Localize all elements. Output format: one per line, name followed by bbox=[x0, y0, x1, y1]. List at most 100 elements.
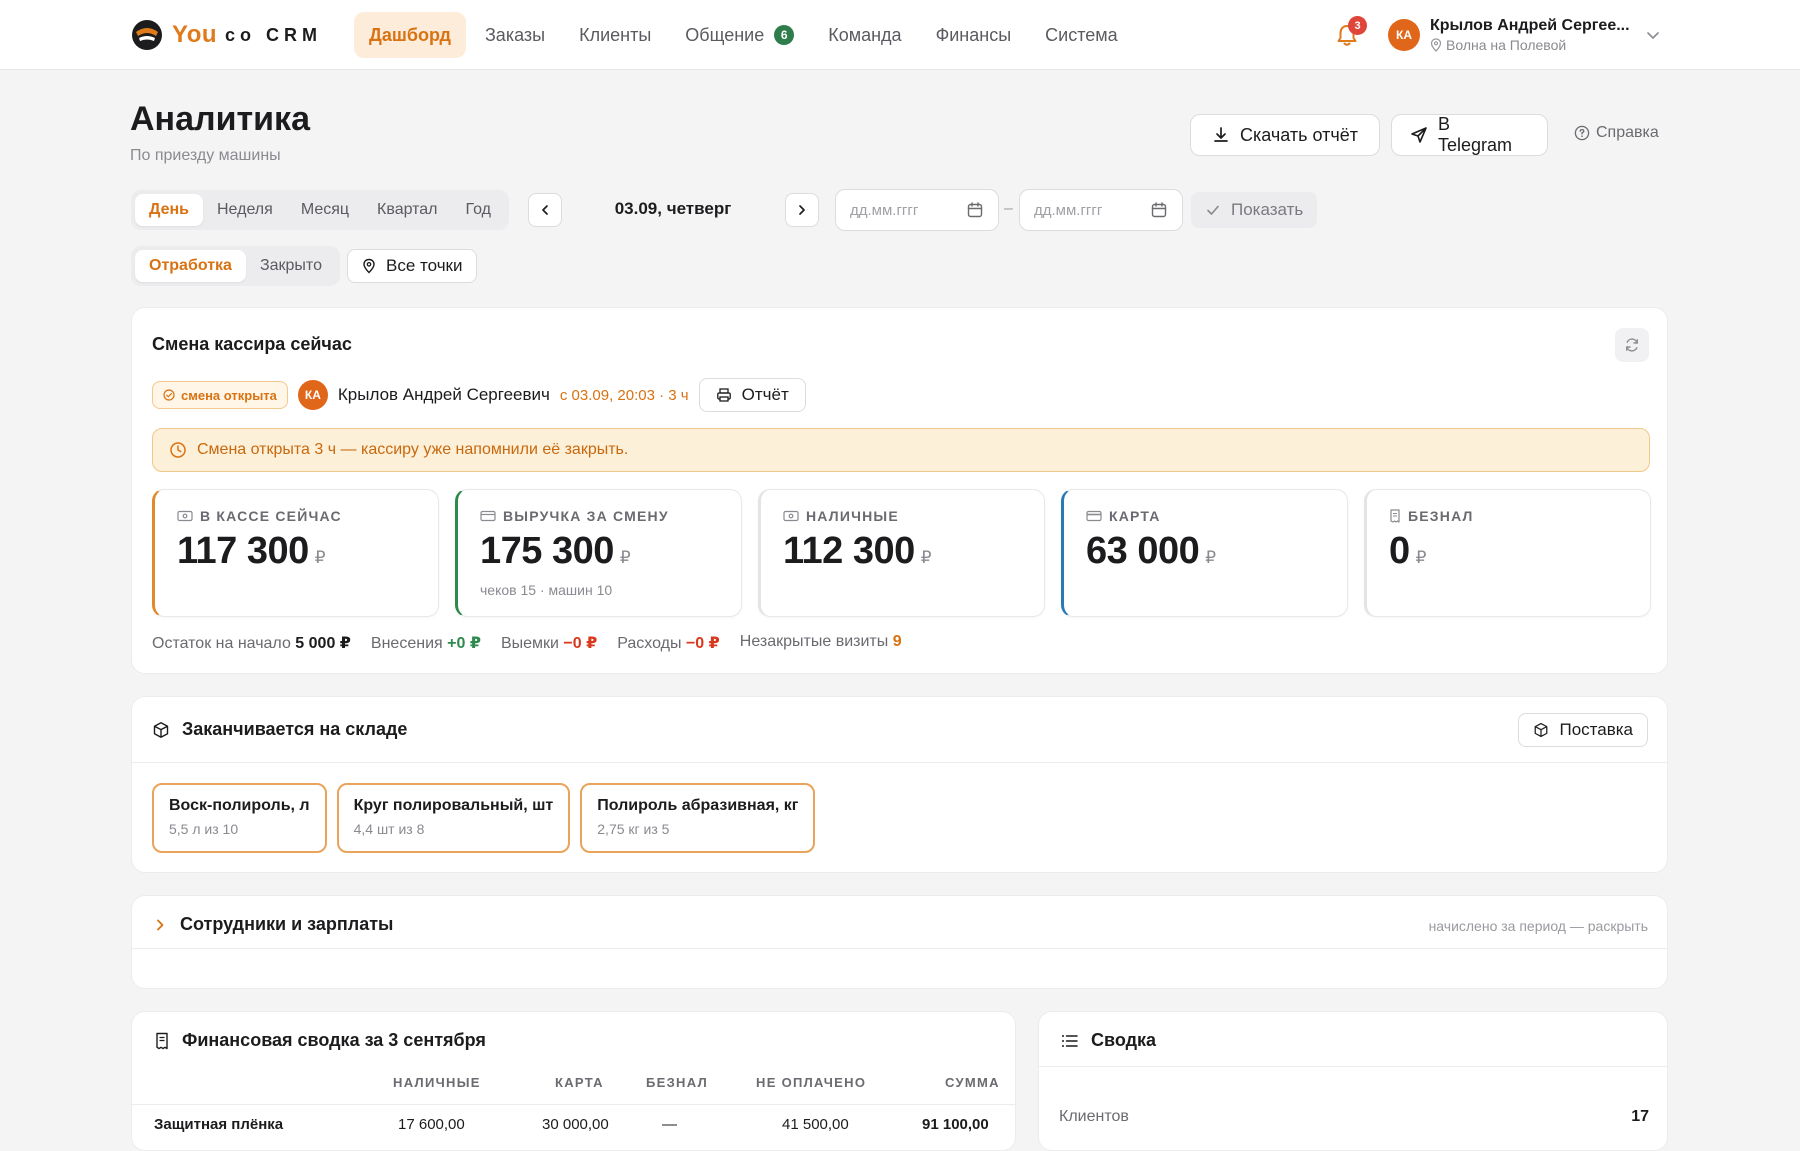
expenses-label: Расходы bbox=[617, 635, 682, 652]
shift-info-row: смена открыта КА Крылов Андрей Сергеевич… bbox=[152, 378, 806, 412]
download-report-label: Скачать отчёт bbox=[1240, 124, 1358, 145]
metric-noncash: БЕЗНАЛ 0 ₽ bbox=[1364, 489, 1651, 617]
metric-label: НАЛИЧНЫЕ bbox=[783, 508, 899, 524]
notifications-button[interactable]: 3 bbox=[1332, 16, 1367, 50]
user-location-text: Волна на Полевой bbox=[1446, 37, 1567, 53]
user-location: Волна на Полевой bbox=[1430, 37, 1630, 53]
metric-value: 175 300 bbox=[480, 530, 614, 572]
page-subtitle: По приезду машины bbox=[130, 147, 281, 164]
clock-icon bbox=[170, 442, 186, 458]
download-report-button[interactable]: Скачать отчёт bbox=[1190, 114, 1380, 156]
divider bbox=[132, 762, 1667, 763]
nav-item-label: Команда bbox=[828, 24, 902, 45]
metric-note: чеков 15 · машин 10 bbox=[480, 582, 613, 598]
credit-card-icon bbox=[1086, 510, 1102, 522]
stock-item[interactable]: Круг полировальный, шт 4,4 шт из 8 bbox=[336, 783, 571, 853]
table-row[interactable]: Защитная плёнка 17 600,00 30 000,00 — 41… bbox=[132, 1102, 1015, 1142]
send-telegram-button[interactable]: В Telegram bbox=[1391, 114, 1548, 156]
status-selector: Отработка Закрыто bbox=[131, 246, 340, 286]
box-icon bbox=[1535, 722, 1548, 738]
metric-label: ВЫРУЧКА ЗА СМЕНУ bbox=[480, 508, 669, 524]
metric-label-text: БЕЗНАЛ bbox=[1408, 508, 1474, 524]
shift-status-text: смена открыта bbox=[181, 387, 277, 403]
column-header-total: СУММА bbox=[945, 1075, 1000, 1090]
next-date-button[interactable] bbox=[785, 193, 819, 227]
summary-row-value: 17 bbox=[1631, 1108, 1649, 1125]
period-tab-month[interactable]: Месяц bbox=[287, 194, 363, 226]
staff-salaries-hint[interactable]: начислено за период — раскрыть bbox=[1429, 918, 1648, 934]
date-from-input[interactable]: дд.мм.гггг bbox=[835, 189, 999, 231]
nav-item-team[interactable]: Команда bbox=[813, 12, 916, 58]
currency-sign: ₽ bbox=[314, 548, 326, 567]
show-range-button[interactable]: Показать bbox=[1191, 192, 1318, 228]
metric-shift-revenue: ВЫРУЧКА ЗА СМЕНУ 175 300 ₽ чеков 15 · маш… bbox=[455, 489, 742, 617]
nav-item-communication[interactable]: Общение 6 bbox=[670, 12, 809, 58]
low-stock-title: Заканчивается на складе bbox=[182, 719, 408, 739]
check-circle-icon bbox=[163, 389, 175, 401]
send-icon bbox=[1411, 127, 1427, 143]
nav-item-clients[interactable]: Клиенты bbox=[564, 12, 666, 58]
period-tab-year[interactable]: Год bbox=[452, 194, 505, 226]
refresh-icon bbox=[1626, 338, 1638, 352]
opening-balance-label: Остаток на начало bbox=[152, 635, 291, 652]
check-icon bbox=[1207, 205, 1219, 215]
user-menu[interactable]: КА Крылов Андрей Сергее... Волна на Поле… bbox=[1388, 17, 1660, 53]
date-to-placeholder: дд.мм.гггг bbox=[1034, 201, 1103, 219]
metric-value: 112 300 bbox=[783, 530, 915, 572]
cash-movement-summary: Остаток на начало 5 000 ₽ Внесения +0 ₽ … bbox=[152, 633, 922, 653]
staff-salaries-toggle[interactable]: Сотрудники и зарплаты bbox=[154, 914, 393, 935]
period-tab-quarter[interactable]: Квартал bbox=[363, 194, 451, 226]
refresh-button[interactable] bbox=[1615, 328, 1649, 362]
staff-salaries-card: Сотрудники и зарплаты начислено за перио… bbox=[131, 895, 1668, 989]
metric-cash-in-register: В КАССЕ СЕЙЧАС 117 300 ₽ bbox=[152, 489, 439, 617]
nav-item-finance[interactable]: Финансы bbox=[921, 12, 1027, 58]
status-tab-in-progress[interactable]: Отработка bbox=[135, 250, 246, 282]
logo-mark-icon bbox=[132, 20, 162, 50]
summary-row: Клиентов 17 bbox=[1059, 1102, 1649, 1132]
cash-icon bbox=[783, 510, 799, 522]
location-pin-icon bbox=[363, 258, 375, 274]
app-logo[interactable]: You co CRM bbox=[130, 17, 322, 53]
low-stock-list: Воск-полироль, л 5,5 л из 10 Круг полиро… bbox=[152, 783, 825, 853]
print-report-label: Отчёт bbox=[741, 385, 789, 404]
list-icon bbox=[1062, 1034, 1078, 1047]
nav-item-label: Дашборд bbox=[369, 24, 451, 45]
shift-warning-text: Смена открыта 3 ч — кассиру уже напомнил… bbox=[197, 441, 629, 458]
withdrawals-value: −0 ₽ bbox=[563, 635, 598, 652]
logo-text-you: You bbox=[172, 21, 218, 48]
shift-since: с 03.09, 20:03 · 3 ч bbox=[559, 386, 689, 404]
currency-sign: ₽ bbox=[619, 548, 631, 567]
summary-card: Сводка Клиентов 17 bbox=[1038, 1011, 1668, 1151]
previous-date-button[interactable] bbox=[528, 193, 562, 227]
period-selector: День Неделя Месяц Квартал Год bbox=[131, 190, 509, 230]
status-tab-closed[interactable]: Закрыто bbox=[246, 250, 336, 282]
stock-item[interactable]: Полироль абразивная, кг 2,75 кг из 5 bbox=[580, 783, 816, 853]
column-header-unpaid: НЕ ОПЛАЧЕНО bbox=[756, 1075, 867, 1090]
cashier-name: Крылов Андрей Сергеевич bbox=[337, 385, 550, 404]
column-header-card: КАРТА bbox=[555, 1075, 604, 1090]
avatar: КА bbox=[1388, 19, 1420, 51]
period-tab-day[interactable]: День bbox=[135, 194, 203, 226]
help-link[interactable]: Справка bbox=[1574, 124, 1659, 142]
help-label: Справка bbox=[1596, 124, 1659, 141]
calendar-icon bbox=[1151, 202, 1167, 218]
stock-item-quantity: 2,75 кг из 5 bbox=[597, 821, 670, 837]
nav-item-system[interactable]: Система bbox=[1030, 12, 1133, 58]
date-from-placeholder: дд.мм.гггг bbox=[850, 201, 919, 219]
financial-summary-card: Финансовая сводка за 3 сентября НАЛИЧНЫЕ… bbox=[131, 1011, 1016, 1151]
nav-item-dashboard[interactable]: Дашборд bbox=[354, 12, 466, 58]
nav-item-label: Заказы bbox=[484, 24, 546, 45]
top-navigation: You co CRM Дашборд Заказы Клиенты Общени… bbox=[0, 0, 1800, 70]
metric-label-text: ВЫРУЧКА ЗА СМЕНУ bbox=[503, 508, 669, 524]
print-report-button[interactable]: Отчёт bbox=[698, 378, 806, 412]
period-tab-week[interactable]: Неделя bbox=[203, 194, 287, 226]
logo-text-rest: co CRM bbox=[225, 24, 323, 45]
stock-item[interactable]: Воск-полироль, л 5,5 л из 10 bbox=[152, 783, 327, 853]
shift-warning-alert: Смена открыта 3 ч — кассиру уже напомнил… bbox=[152, 428, 1650, 472]
nav-item-label: Общение bbox=[685, 24, 765, 45]
add-supply-button[interactable]: Поставка bbox=[1518, 713, 1648, 747]
nav-item-label: Финансы bbox=[935, 24, 1012, 45]
all-points-button[interactable]: Все точки bbox=[347, 249, 478, 283]
date-to-input[interactable]: дд.мм.гггг bbox=[1019, 189, 1183, 231]
nav-item-orders[interactable]: Заказы bbox=[470, 12, 560, 58]
